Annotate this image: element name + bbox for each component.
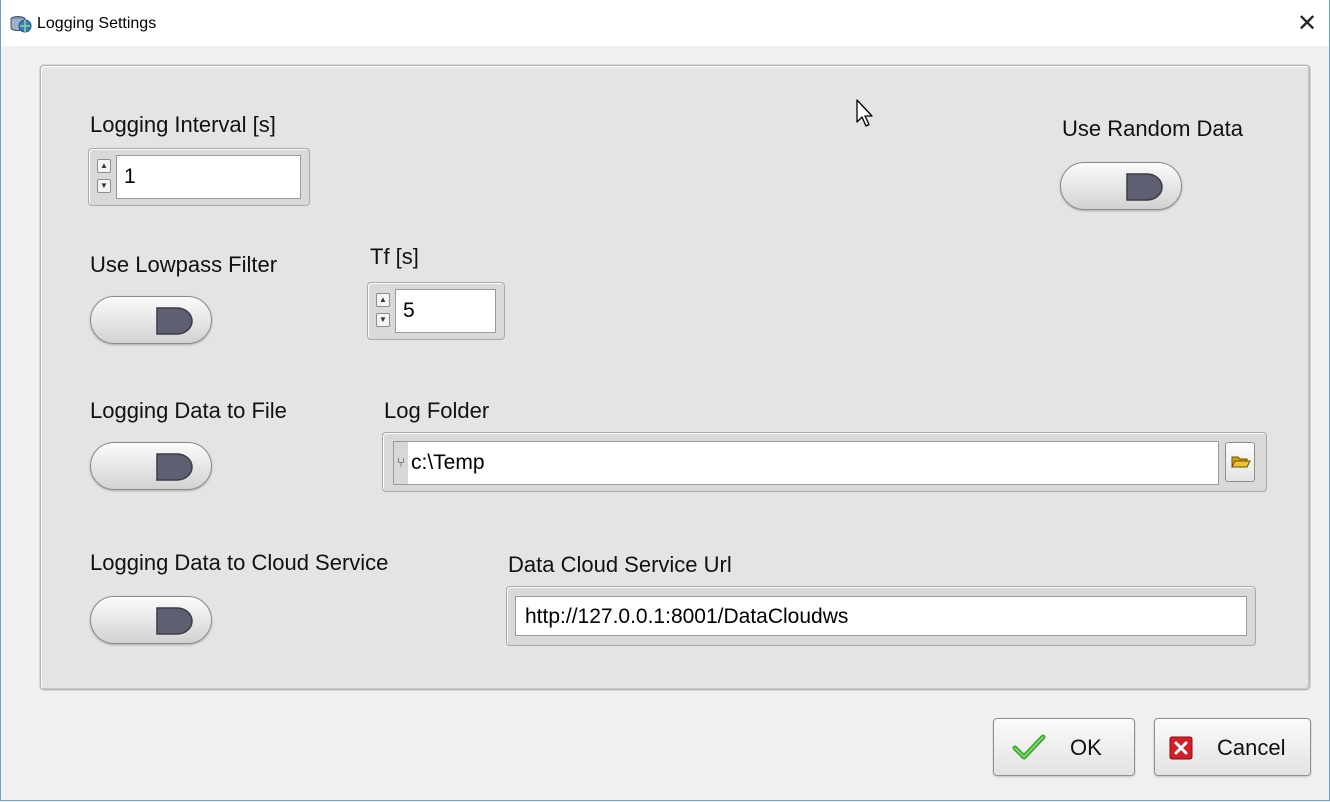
logging-to-file-toggle[interactable] <box>90 442 212 490</box>
log-folder-label: Log Folder <box>384 398 490 423</box>
tf-input[interactable]: 5 <box>395 289 496 333</box>
tf-label: Tf [s] <box>370 244 419 269</box>
use-random-data-label: Use Random Data <box>1062 116 1243 141</box>
log-folder-value: c:\Temp <box>411 451 485 474</box>
use-lowpass-filter-toggle[interactable] <box>90 296 212 344</box>
increment-button[interactable]: ▲ <box>376 293 390 307</box>
toggle-knob-icon <box>156 453 193 481</box>
toggle-knob-icon <box>1126 173 1163 201</box>
decrement-button[interactable]: ▼ <box>97 179 111 193</box>
log-folder-input[interactable]: ⑂ c:\Temp <box>393 441 1219 485</box>
title-bar: Logging Settings ✕ <box>0 0 1330 46</box>
close-button[interactable]: ✕ <box>1284 0 1330 46</box>
decrement-button[interactable]: ▼ <box>376 313 390 327</box>
logging-interval-numeric: ▲ ▼ 1 <box>88 148 310 206</box>
folder-open-icon <box>1231 456 1251 468</box>
use-lowpass-filter-label: Use Lowpass Filter <box>90 252 278 277</box>
increment-button[interactable]: ▲ <box>97 159 111 173</box>
ok-label: OK <box>1070 735 1102 760</box>
mouse-cursor-icon <box>856 99 873 127</box>
logging-to-cloud-toggle[interactable] <box>90 596 212 644</box>
tf-numeric: ▲ ▼ 5 <box>367 282 505 340</box>
cloud-url-control: http://127.0.0.1:8001/DataCloudws <box>506 586 1256 646</box>
log-folder-path-control: ⑂ c:\Temp <box>382 432 1267 492</box>
browse-button[interactable] <box>1225 442 1255 482</box>
logging-to-file-label: Logging Data to File <box>90 398 287 423</box>
cloud-url-label: Data Cloud Service Url <box>508 552 732 577</box>
cloud-url-input[interactable]: http://127.0.0.1:8001/DataCloudws <box>515 596 1247 636</box>
logging-interval-input[interactable]: 1 <box>116 155 301 199</box>
toggle-knob-icon <box>156 607 193 635</box>
cancel-icon <box>1169 736 1193 760</box>
close-icon: ✕ <box>1296 9 1318 37</box>
database-globe-icon <box>10 16 32 33</box>
cancel-button[interactable]: Cancel <box>1154 718 1311 776</box>
ok-button[interactable]: OK <box>993 718 1135 776</box>
toggle-knob-icon <box>156 307 193 335</box>
window-title: Logging Settings <box>37 15 157 32</box>
path-icon: ⑂ <box>394 442 408 484</box>
logging-interval-label: Logging Interval [s] <box>90 112 276 137</box>
use-random-data-toggle[interactable] <box>1060 162 1182 210</box>
checkmark-icon <box>1012 734 1046 760</box>
cancel-label: Cancel <box>1217 735 1286 760</box>
logging-to-cloud-label: Logging Data to Cloud Service <box>90 550 389 575</box>
